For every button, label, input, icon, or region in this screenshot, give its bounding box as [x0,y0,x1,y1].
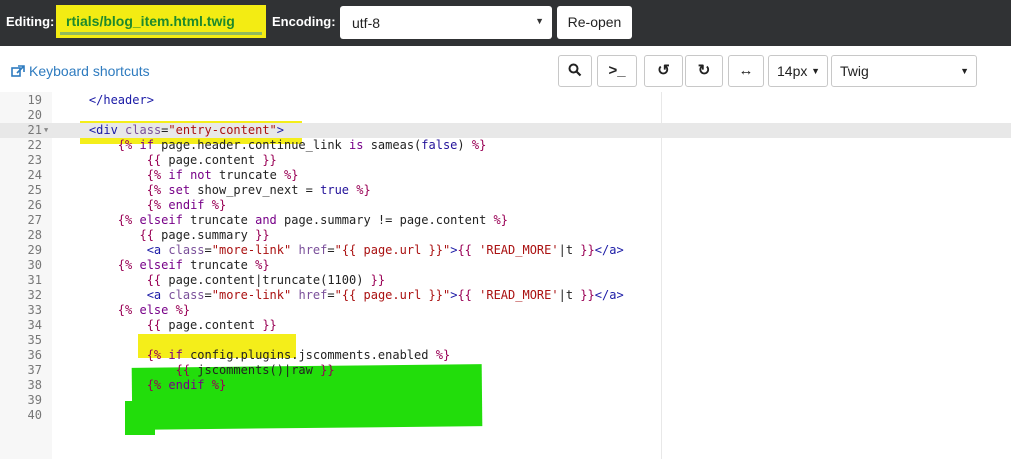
code-text: {% endif %} [146,198,227,212]
line-number: 30 [27,258,42,272]
line-number: 26 [27,198,42,212]
code-text: <a class="more-link" href="{{ page.url }… [146,288,624,302]
undo-icon: ↺ [657,62,670,79]
code-text: {% if config.plugins.jscomments.enabled … [146,348,451,362]
goto-line-button[interactable]: >_ [597,55,637,87]
code-text: {{ page.content }} [146,153,277,167]
syntax-mode-select[interactable]: Twig ▼ [831,55,977,87]
line-number: 22 [27,138,42,152]
code-line[interactable]: 32 <a class="more-link" href="{{ page.ur… [0,288,1011,303]
code-line[interactable]: 39 [0,393,1011,408]
code-line[interactable]: 40 [0,408,1011,423]
code-text: {% set show_prev_next = true %} [146,183,371,197]
redo-button[interactable]: ↻ [685,55,723,87]
line-number: 25 [27,183,42,197]
editor-header-bar: Editing: rtials/blog_item.html.twig Enco… [0,0,1011,46]
filename-display: rtials/blog_item.html.twig [56,5,266,38]
code-text: <div class="entry-content"> [88,123,285,137]
search-icon [568,63,582,77]
code-line[interactable]: 29 <a class="more-link" href="{{ page.ur… [0,243,1011,258]
line-number: 21 [27,123,42,137]
code-line[interactable]: 22 {% if page.header.continue_link is sa… [0,138,1011,153]
code-text: {% else %} [117,303,191,317]
code-text: {{ page.summary }} [139,228,270,242]
line-number: 27 [27,213,42,227]
code-line[interactable]: 25 {% set show_prev_next = true %} [0,183,1011,198]
code-text: {% elseif truncate %} [117,258,270,272]
line-number: 29 [27,243,42,257]
line-number: 23 [27,153,42,167]
wrap-icon: ↔ [738,62,754,79]
code-editor[interactable]: 19 </header> 20 21 ▼ <div class="entry-cont… [0,92,1011,459]
line-number: 24 [27,168,42,182]
chevron-down-icon: ▼ [535,16,544,26]
code-line[interactable]: 23 {{ page.content }} [0,153,1011,168]
code-line[interactable]: 35 [0,333,1011,348]
code-text: {% endif %} [146,378,227,392]
encoding-label: Encoding: [272,14,336,29]
syntax-mode-value: Twig [840,63,869,79]
code-line[interactable]: 31 {{ page.content|truncate(1100) }} [0,273,1011,288]
line-number: 20 [27,108,42,122]
encoding-select[interactable]: utf-8 ▼ [340,6,552,39]
code-line[interactable]: 37 {{ jscomments()|raw }} [0,363,1011,378]
line-number: 39 [27,393,42,407]
line-number: 35 [27,333,42,347]
code-line[interactable]: 34 {{ page.content }} [0,318,1011,333]
code-text: </header> [88,93,154,107]
code-text: {{ page.content|truncate(1100) }} [146,273,386,287]
terminal-icon: >_ [608,62,626,79]
code-line[interactable]: 19 </header> [0,93,1011,108]
code-text: {% if not truncate %} [146,168,299,182]
line-number: 19 [27,93,42,107]
code-text: {{ jscomments()|raw }} [175,363,335,377]
code-line[interactable]: 38 {% endif %} [0,378,1011,393]
line-number: 32 [27,288,42,302]
line-number: 34 [27,318,42,332]
undo-button[interactable]: ↺ [644,55,683,87]
code-line[interactable]: 20 [0,108,1011,123]
chevron-down-icon: ▼ [960,66,969,76]
font-size-value: 14px [777,63,808,79]
fold-arrow-icon[interactable]: ▼ [44,123,48,138]
line-number: 33 [27,303,42,317]
keyboard-shortcuts-label: Keyboard shortcuts [29,63,150,79]
line-number: 38 [27,378,42,392]
code-line[interactable]: 36 {% if config.plugins.jscomments.enabl… [0,348,1011,363]
font-size-select[interactable]: 14px ▼ [768,55,828,87]
line-number: 28 [27,228,42,242]
code-text: {{ page.content }} [146,318,277,332]
reopen-button[interactable]: Re-open [557,6,632,39]
code-text: <a class="more-link" href="{{ page.url }… [146,243,624,257]
code-line[interactable]: 30 {% elseif truncate %} [0,258,1011,273]
code-line[interactable]: 21 ▼ <div class="entry-content"> [0,123,1011,138]
chevron-down-icon: ▼ [811,66,820,76]
line-number: 40 [27,408,42,422]
line-number: 31 [27,273,42,287]
code-line[interactable]: 33 {% else %} [0,303,1011,318]
line-number: 36 [27,348,42,362]
code-line[interactable]: 27 {% elseif truncate and page.summary !… [0,213,1011,228]
encoding-value: utf-8 [352,15,381,31]
code-line[interactable]: 26 {% endif %} [0,198,1011,213]
keyboard-shortcuts-link[interactable]: Keyboard shortcuts [11,63,150,79]
redo-icon: ↻ [697,62,711,79]
external-link-icon [11,65,25,77]
search-button[interactable] [558,55,592,87]
wrap-toggle-button[interactable]: ↔ [728,55,764,87]
code-text: {% if page.header.continue_link is samea… [117,138,487,152]
line-number: 37 [27,363,42,377]
code-line[interactable]: 24 {% if not truncate %} [0,168,1011,183]
editing-label: Editing: [6,14,55,29]
code-text: {% elseif truncate and page.summary != p… [117,213,508,227]
code-line[interactable]: 28 {{ page.summary }} [0,228,1011,243]
